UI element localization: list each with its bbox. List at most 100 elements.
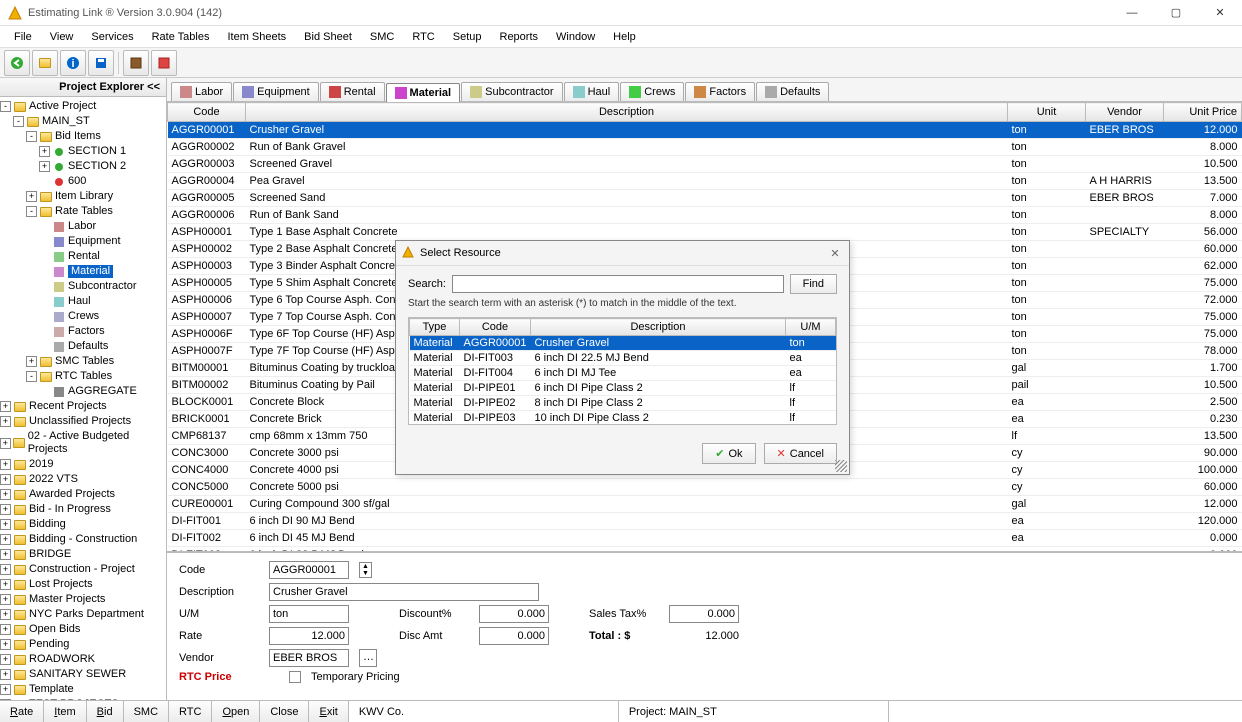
table-row[interactable]: AGGR00005Screened SandtonEBER BROS7.000 xyxy=(168,190,1242,207)
col-desc[interactable]: Description xyxy=(246,103,1008,122)
tab-haul[interactable]: Haul xyxy=(564,82,620,101)
inp-discp[interactable] xyxy=(479,605,549,623)
tree-node[interactable]: +SANITARY SEWER xyxy=(0,667,166,682)
tree-node[interactable]: Crews xyxy=(0,309,166,324)
tab-rental[interactable]: Rental xyxy=(320,82,385,101)
tab-equipment[interactable]: Equipment xyxy=(233,82,319,101)
explorer-header[interactable]: Project Explorer << xyxy=(0,78,166,97)
sb-close[interactable]: Close xyxy=(260,701,309,722)
tree-node[interactable]: Subcontractor xyxy=(0,279,166,294)
minimize-button[interactable]: — xyxy=(1118,3,1146,23)
vendor-lookup[interactable]: … xyxy=(359,649,377,667)
calc-button[interactable] xyxy=(123,50,149,76)
table-row[interactable]: MaterialDI-PIPE028 inch DI Pipe Class 2l… xyxy=(410,396,836,411)
collapse-icon[interactable]: - xyxy=(13,116,24,127)
chk-temp[interactable] xyxy=(289,671,301,683)
code-up[interactable]: ▲ xyxy=(360,563,371,570)
tree-node[interactable]: +2022 VTS xyxy=(0,472,166,487)
table-row[interactable]: CONC5000Concrete 5000 psicy60.000 xyxy=(168,479,1242,496)
menu-view[interactable]: View xyxy=(42,28,82,46)
dialog-close[interactable]: ✕ xyxy=(827,245,843,261)
tab-crews[interactable]: Crews xyxy=(620,82,684,101)
tree-node[interactable]: +ROADWORK xyxy=(0,652,166,667)
expand-icon[interactable]: + xyxy=(0,459,11,470)
back-button[interactable] xyxy=(4,50,30,76)
expand-icon[interactable]: + xyxy=(0,438,11,449)
collapse-icon[interactable]: - xyxy=(26,206,37,217)
table-row[interactable]: MaterialDI-PIPE0310 inch DI Pipe Class 2… xyxy=(410,411,836,426)
menu-reports[interactable]: Reports xyxy=(492,28,547,46)
tab-material[interactable]: Material xyxy=(386,83,461,102)
menu-help[interactable]: Help xyxy=(605,28,644,46)
tab-defaults[interactable]: Defaults xyxy=(756,82,829,101)
table-row[interactable]: CURE00001Curing Compound 300 sf/galgal12… xyxy=(168,496,1242,513)
tree-node[interactable]: +Template xyxy=(0,682,166,697)
tree-node[interactable]: +NYC Parks Department xyxy=(0,607,166,622)
inp-desc[interactable] xyxy=(269,583,539,601)
tree-node[interactable]: +SMC Tables xyxy=(0,354,166,369)
tree-node[interactable]: +Item Library xyxy=(0,189,166,204)
tree-node[interactable]: +Awarded Projects xyxy=(0,487,166,502)
tree-node[interactable]: +Construction - Project xyxy=(0,562,166,577)
sb-exit[interactable]: Exit xyxy=(309,701,348,722)
tree-node[interactable]: Equipment xyxy=(0,234,166,249)
table-row[interactable]: AGGR00004Pea GraveltonA H HARRIS13.500 xyxy=(168,173,1242,190)
tree-node[interactable]: Factors xyxy=(0,324,166,339)
table-row[interactable]: MaterialAGGR00001Crusher Gravelton xyxy=(410,336,836,351)
tree-node[interactable]: +Bidding xyxy=(0,517,166,532)
expand-icon[interactable]: + xyxy=(0,639,11,650)
expand-icon[interactable]: + xyxy=(0,564,11,575)
expand-icon[interactable]: + xyxy=(0,519,11,530)
expand-icon[interactable]: + xyxy=(0,699,11,700)
tool-button[interactable] xyxy=(151,50,177,76)
expand-icon[interactable]: + xyxy=(0,504,11,515)
dcol-type[interactable]: Type xyxy=(410,319,460,336)
menu-rtc[interactable]: RTC xyxy=(404,28,442,46)
tree-node[interactable]: +SECTION 2 xyxy=(0,159,166,174)
inp-vendor[interactable] xyxy=(269,649,349,667)
info-button[interactable]: i xyxy=(60,50,86,76)
menu-file[interactable]: File xyxy=(6,28,40,46)
tree-node[interactable]: +Lost Projects xyxy=(0,577,166,592)
expand-icon[interactable]: + xyxy=(0,669,11,680)
sb-smc[interactable]: SMC xyxy=(124,701,169,722)
dialog-grid[interactable]: Type Code Description U/M MaterialAGGR00… xyxy=(408,317,837,425)
tree-node[interactable]: +BRIDGE xyxy=(0,547,166,562)
ok-button[interactable]: ✔Ok xyxy=(702,443,755,464)
inp-salest[interactable] xyxy=(669,605,739,623)
expand-icon[interactable]: + xyxy=(39,161,50,172)
tree-node[interactable]: Haul xyxy=(0,294,166,309)
table-row[interactable]: ASPH00001Type 1 Base Asphalt Concreteton… xyxy=(168,224,1242,241)
tree-node[interactable]: +Pending xyxy=(0,637,166,652)
expand-icon[interactable]: + xyxy=(0,684,11,695)
expand-icon[interactable]: + xyxy=(0,474,11,485)
tree-node[interactable]: +Recent Projects xyxy=(0,399,166,414)
tree-node[interactable]: Defaults xyxy=(0,339,166,354)
tree-node[interactable]: +Open Bids xyxy=(0,622,166,637)
menu-setup[interactable]: Setup xyxy=(445,28,490,46)
collapse-icon[interactable]: - xyxy=(0,101,11,112)
menu-smc[interactable]: SMC xyxy=(362,28,402,46)
tree-node[interactable]: -MAIN_ST xyxy=(0,114,166,129)
expand-icon[interactable]: + xyxy=(0,654,11,665)
expand-icon[interactable]: + xyxy=(0,594,11,605)
tree-node[interactable]: +Bidding - Construction xyxy=(0,532,166,547)
tab-labor[interactable]: Labor xyxy=(171,82,232,101)
open-button[interactable] xyxy=(32,50,58,76)
table-row[interactable]: AGGR00002Run of Bank Gravelton8.000 xyxy=(168,139,1242,156)
table-row[interactable]: MaterialDI-FIT0046 inch DI MJ Teeea xyxy=(410,366,836,381)
tree-node[interactable]: +Bid - In Progress xyxy=(0,502,166,517)
table-row[interactable]: AGGR00006Run of Bank Sandton8.000 xyxy=(168,207,1242,224)
tree-node[interactable]: -Rate Tables xyxy=(0,204,166,219)
menu-bid-sheet[interactable]: Bid Sheet xyxy=(296,28,360,46)
tree-node[interactable]: +SECTION 1 xyxy=(0,144,166,159)
tree-node[interactable]: Rental xyxy=(0,249,166,264)
tree-node[interactable]: +Master Projects xyxy=(0,592,166,607)
save-button[interactable] xyxy=(88,50,114,76)
menu-item-sheets[interactable]: Item Sheets xyxy=(219,28,294,46)
table-row[interactable]: DI-FIT0026 inch DI 45 MJ Bendea0.000 xyxy=(168,530,1242,547)
tree-node[interactable]: +TEST PROJECTS xyxy=(0,697,166,700)
table-row[interactable]: MaterialDI-FIT0036 inch DI 22.5 MJ Bende… xyxy=(410,351,836,366)
collapse-icon[interactable]: - xyxy=(26,131,37,142)
expand-icon[interactable]: + xyxy=(26,356,37,367)
